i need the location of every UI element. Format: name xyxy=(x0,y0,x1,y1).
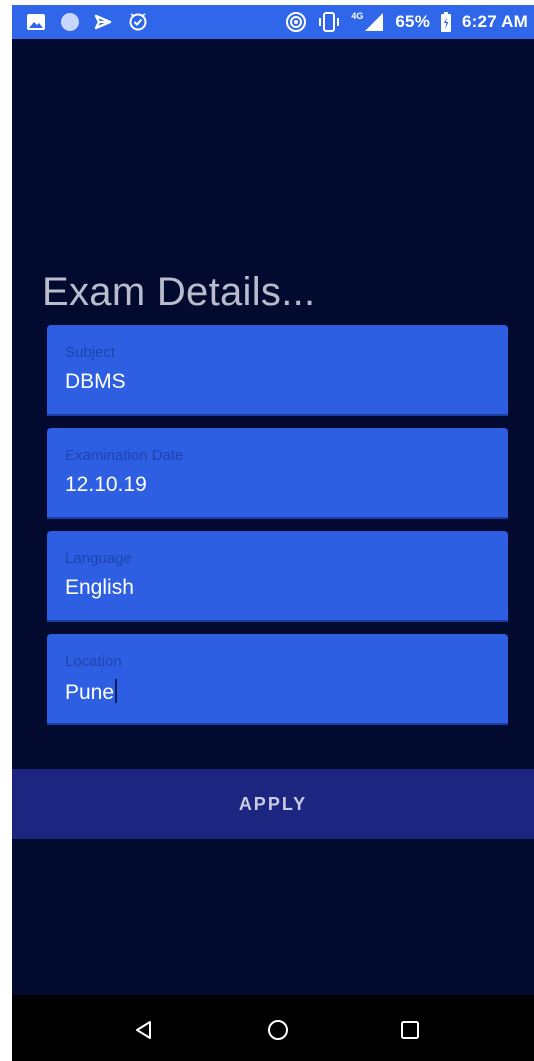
language-label: Language xyxy=(65,550,132,567)
subject-value[interactable]: DBMS xyxy=(65,370,126,394)
navigation-bar xyxy=(12,995,534,1061)
circle-icon xyxy=(60,12,80,32)
app-screen: 4G 65% 6:27 AM Exam Details... Subject D… xyxy=(12,5,534,1061)
video-icon xyxy=(94,12,114,32)
network-type: 4G xyxy=(351,11,364,21)
home-icon[interactable] xyxy=(263,1015,293,1045)
battery-icon xyxy=(440,11,452,33)
examination-date-label: Examination Date xyxy=(65,447,184,464)
hotspot-icon xyxy=(285,11,307,33)
location-label: Location xyxy=(65,653,122,670)
text-cursor xyxy=(115,679,118,703)
examination-date-field[interactable]: Examination Date 12.10.19 xyxy=(47,428,508,519)
gallery-icon xyxy=(26,12,46,32)
page-title: Exam Details... xyxy=(42,270,316,314)
vibrate-icon xyxy=(317,11,341,33)
location-field[interactable]: Location Pune xyxy=(47,634,508,725)
battery-percent: 65% xyxy=(395,12,431,31)
clock: 6:27 AM xyxy=(462,12,528,31)
location-value: Pune xyxy=(65,681,115,704)
back-icon[interactable] xyxy=(129,1015,159,1045)
apply-button[interactable]: APPLY xyxy=(12,769,534,839)
subject-label: Subject xyxy=(65,344,116,361)
check-circle-icon xyxy=(128,12,148,32)
language-field[interactable]: Language English xyxy=(47,531,508,622)
recent-apps-icon[interactable] xyxy=(395,1015,425,1045)
subject-field[interactable]: Subject DBMS xyxy=(47,325,508,416)
examination-date-value[interactable]: 12.10.19 xyxy=(65,473,147,497)
status-bar: 4G 65% 6:27 AM xyxy=(12,5,534,39)
signal-icon xyxy=(363,11,385,33)
language-value[interactable]: English xyxy=(65,576,134,600)
location-value-wrap[interactable]: Pune xyxy=(65,679,118,705)
